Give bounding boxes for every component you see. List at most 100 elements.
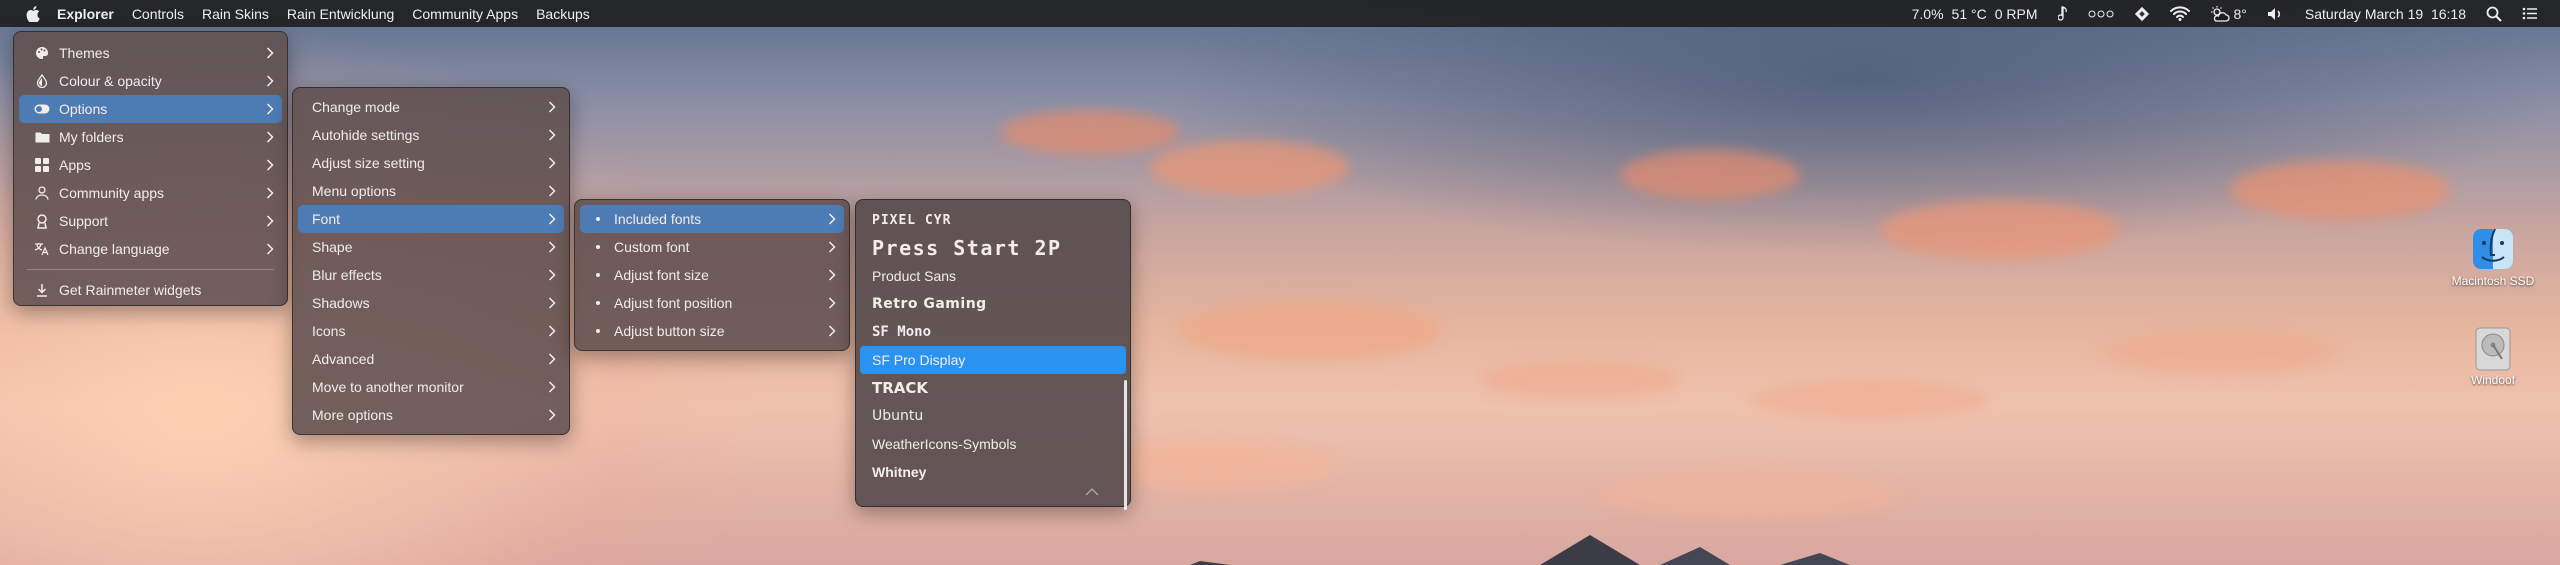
- menu-item-label: Shadows: [312, 295, 370, 311]
- chevron-right-icon: [548, 261, 556, 289]
- menu-item-label: Autohide settings: [312, 127, 420, 143]
- apple-icon[interactable]: [18, 5, 48, 22]
- chevron-right-icon: [266, 95, 274, 123]
- chevron-right-icon: [548, 373, 556, 401]
- cpu-temperature[interactable]: 51 °C: [1948, 0, 1991, 27]
- menu-item-my-folders[interactable]: My folders: [19, 123, 282, 151]
- font-option-whitney[interactable]: Whitney: [860, 458, 1126, 486]
- options-item-advanced[interactable]: Advanced: [298, 345, 564, 373]
- grid-icon: [33, 158, 51, 172]
- font-option-sf-pro-display[interactable]: SF Pro Display: [860, 346, 1126, 374]
- menubar-item-rain-entwicklung[interactable]: Rain Entwicklung: [278, 0, 403, 27]
- fan-speed[interactable]: 0 RPM: [1991, 0, 2048, 27]
- menu-item-label: Menu options: [312, 183, 397, 199]
- weather-temperature: 8°: [2233, 5, 2247, 22]
- options-item-font[interactable]: Font: [298, 205, 564, 233]
- options-item-blur-effects[interactable]: Blur effects: [298, 261, 564, 289]
- chevron-right-icon: [266, 151, 274, 179]
- desktop-icon-windoof[interactable]: Windoof: [2443, 327, 2543, 387]
- menubar-item-community-apps[interactable]: Community Apps: [403, 0, 527, 27]
- menu-item-label: Adjust button size: [614, 323, 725, 339]
- datetime[interactable]: Saturday March 19 16:18: [2295, 0, 2476, 27]
- options-item-shape[interactable]: Shape: [298, 233, 564, 261]
- menu-item-label: Adjust size setting: [312, 155, 425, 171]
- volume-icon[interactable]: [2257, 0, 2295, 27]
- options-item-shadows[interactable]: Shadows: [298, 289, 564, 317]
- notification-list-icon[interactable]: [2512, 0, 2548, 27]
- menu-item-options[interactable]: Options: [19, 95, 282, 123]
- font-item-adjust-font-size[interactable]: Adjust font size: [580, 261, 844, 289]
- music-icon[interactable]: [2048, 0, 2078, 27]
- options-item-more-options[interactable]: More options: [298, 401, 564, 429]
- menu-item-support[interactable]: Support: [19, 207, 282, 235]
- menu-item-label: Icons: [312, 323, 346, 339]
- chevron-right-icon: [266, 207, 274, 235]
- menu-item-label: Adjust font size: [614, 267, 709, 283]
- font-option-ubuntu[interactable]: Ubuntu: [860, 402, 1126, 430]
- chevron-right-icon: [828, 317, 836, 345]
- support-icon: [33, 213, 51, 229]
- menu-item-change-language[interactable]: Change language: [19, 235, 282, 263]
- menu-item-colour-opacity[interactable]: Colour & opacity: [19, 67, 282, 95]
- font-option-press-start-2p[interactable]: Press Start 2P: [860, 234, 1126, 262]
- chevron-right-icon: [828, 261, 836, 289]
- wifi-icon[interactable]: [2160, 0, 2200, 27]
- menubar-item-controls[interactable]: Controls: [123, 0, 193, 27]
- font-item-custom-font[interactable]: Custom font: [580, 233, 844, 261]
- menu-item-label: Support: [59, 213, 109, 229]
- desktop-icon-macintosh-ssd[interactable]: Macintosh SSD: [2443, 228, 2543, 288]
- font-option-weathericons-symbols[interactable]: WeatherIcons-Symbols: [860, 430, 1126, 458]
- chevron-right-icon: [548, 233, 556, 261]
- scroll-footer: [860, 486, 1126, 504]
- wallpaper-mountains: [1190, 535, 1850, 565]
- chevron-right-icon: [548, 317, 556, 345]
- font-option-retro-gaming[interactable]: Retro Gaming: [860, 290, 1126, 318]
- drive-icon: [2473, 327, 2513, 371]
- menu-item-get-rainmeter-widgets[interactable]: Get Rainmeter widgets: [19, 276, 282, 304]
- options-submenu: Change mode Autohide settings Adjust siz…: [292, 87, 570, 435]
- chevron-right-icon: [548, 177, 556, 205]
- menu-item-community-apps[interactable]: Community apps: [19, 179, 282, 207]
- explorer-menu: Themes Colour & opacity Options My folde…: [13, 31, 288, 306]
- menu-item-label: Themes: [59, 45, 110, 61]
- menu-item-label: Included fonts: [614, 211, 702, 227]
- menu-item-label: Font: [312, 211, 341, 227]
- font-item-adjust-button-size[interactable]: Adjust button size: [580, 317, 844, 345]
- search-icon[interactable]: [2476, 0, 2512, 27]
- desktop-icon-label: Macintosh SSD: [2451, 274, 2535, 288]
- more-dots-icon[interactable]: [2078, 0, 2124, 27]
- options-item-menu-options[interactable]: Menu options: [298, 177, 564, 205]
- chevron-right-icon: [548, 149, 556, 177]
- network-diamond-icon[interactable]: [2124, 0, 2160, 27]
- options-item-icons[interactable]: Icons: [298, 317, 564, 345]
- font-option-track[interactable]: TRACK: [860, 374, 1126, 402]
- menubar-item-backups[interactable]: Backups: [527, 0, 599, 27]
- menu-item-themes[interactable]: Themes: [19, 39, 282, 67]
- chevron-right-icon: [828, 289, 836, 317]
- options-item-autohide-settings[interactable]: Autohide settings: [298, 121, 564, 149]
- options-item-move-to-another-monitor[interactable]: Move to another monitor: [298, 373, 564, 401]
- options-item-adjust-size-setting[interactable]: Adjust size setting: [298, 149, 564, 177]
- menu-item-label: Change mode: [312, 99, 400, 115]
- menubar-app-name[interactable]: Explorer: [48, 0, 123, 27]
- chevron-right-icon: [266, 39, 274, 67]
- weather-widget[interactable]: 8°: [2200, 0, 2257, 27]
- cpu-usage[interactable]: 7.0%: [1902, 0, 1948, 27]
- font-option-pixel-cyr[interactable]: PIXEL CYR: [860, 206, 1126, 234]
- menu-item-label: Community apps: [59, 185, 165, 201]
- chevron-right-icon: [828, 233, 836, 261]
- translate-icon: [33, 242, 51, 256]
- font-option-product-sans[interactable]: Product Sans: [860, 262, 1126, 290]
- scroll-up-chevron-icon[interactable]: [1085, 488, 1099, 496]
- person-icon: [33, 186, 51, 200]
- menu-item-label: Shape: [312, 239, 353, 255]
- options-item-change-mode[interactable]: Change mode: [298, 93, 564, 121]
- menu-item-apps[interactable]: Apps: [19, 151, 282, 179]
- font-list-scrollbar[interactable]: [1124, 380, 1127, 510]
- font-option-sf-mono[interactable]: SF Mono: [860, 318, 1126, 346]
- menubar-item-rain-skins[interactable]: Rain Skins: [193, 0, 278, 27]
- chevron-right-icon: [266, 67, 274, 95]
- font-item-adjust-font-position[interactable]: Adjust font position: [580, 289, 844, 317]
- chevron-right-icon: [266, 179, 274, 207]
- font-item-included-fonts[interactable]: Included fonts: [580, 205, 844, 233]
